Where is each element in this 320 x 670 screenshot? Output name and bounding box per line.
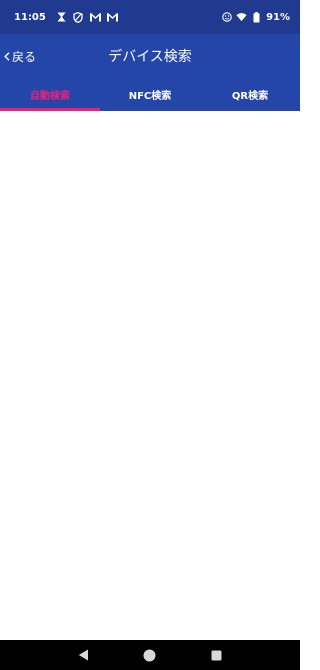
tab-nfc-search[interactable]: NFC検索 — [100, 78, 200, 111]
status-time: 11:05 — [14, 11, 46, 23]
page-title: デバイス検索 — [108, 49, 192, 65]
back-button[interactable]: 戻る — [4, 34, 36, 78]
status-right: 91% — [221, 11, 290, 23]
smiley-icon — [221, 12, 232, 23]
battery-percentage: 91% — [266, 11, 290, 23]
home-circle-icon[interactable] — [140, 645, 160, 665]
chevron-left-icon — [4, 51, 10, 61]
back-triangle-icon[interactable] — [73, 645, 93, 665]
screen: 11:05 91% 戻る デバイス検索 自動検索 NFC検索 QR検索 — [0, 0, 300, 670]
gmail-icon — [106, 12, 118, 23]
content-area — [0, 111, 300, 640]
status-left: 11:05 — [14, 12, 118, 23]
tab-label: 自動検索 — [30, 91, 70, 102]
tab-auto-search[interactable]: 自動検索 — [0, 78, 100, 111]
tab-qr-search[interactable]: QR検索 — [200, 78, 300, 111]
navigation-bar — [0, 640, 300, 670]
tab-label: QR検索 — [231, 91, 269, 102]
status-bar: 11:05 91% — [0, 0, 300, 34]
recents-square-icon[interactable] — [207, 645, 227, 665]
tab-label: NFC検索 — [128, 91, 172, 102]
gmail-icon — [89, 12, 101, 23]
wifi-icon — [236, 12, 247, 23]
battery-icon — [251, 11, 262, 23]
hourglass-icon — [56, 12, 67, 23]
shield-icon — [73, 11, 84, 23]
back-label: 戻る — [12, 49, 37, 64]
tab-bar: 自動検索 NFC検索 QR検索 — [0, 78, 300, 111]
app-bar: 戻る デバイス検索 — [0, 34, 300, 78]
